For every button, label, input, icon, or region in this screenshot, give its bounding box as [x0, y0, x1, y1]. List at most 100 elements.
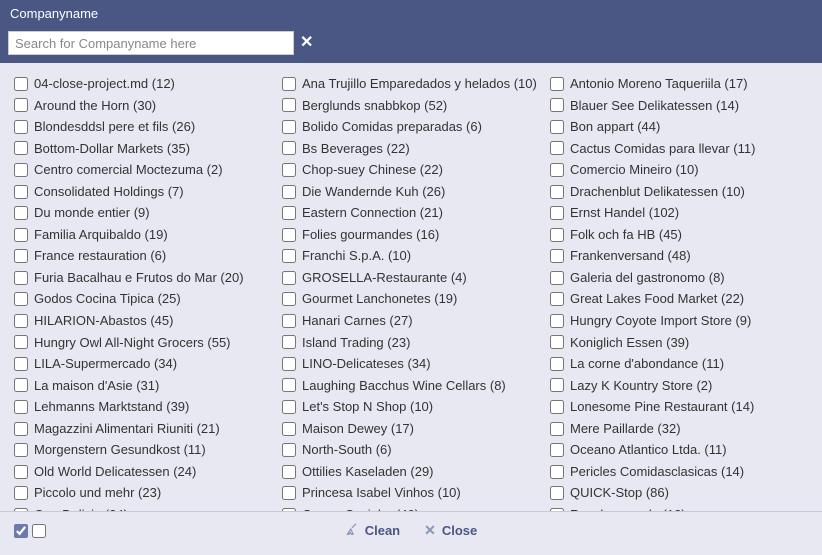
clean-button[interactable]: Clean	[345, 522, 400, 539]
filter-item[interactable]: Bolido Comidas preparadas (6)	[282, 116, 540, 138]
filter-checkbox[interactable]	[14, 249, 28, 263]
filter-item[interactable]: Folies gourmandes (16)	[282, 224, 540, 246]
filter-item[interactable]: La corne d'abondance (11)	[550, 353, 808, 375]
filter-checkbox[interactable]	[550, 335, 564, 349]
filter-item[interactable]: Let's Stop N Shop (10)	[282, 396, 540, 418]
filter-item[interactable]: Lazy K Kountry Store (2)	[550, 375, 808, 397]
filter-item[interactable]: Island Trading (23)	[282, 332, 540, 354]
filter-item[interactable]: Oceano Atlantico Ltda. (11)	[550, 439, 808, 461]
filter-checkbox[interactable]	[14, 335, 28, 349]
filter-checkbox[interactable]	[282, 357, 296, 371]
filter-item[interactable]: LINO-Delicateses (34)	[282, 353, 540, 375]
filter-checkbox[interactable]	[14, 486, 28, 500]
filter-item[interactable]: Mere Paillarde (32)	[550, 418, 808, 440]
filter-checkbox[interactable]	[550, 120, 564, 134]
filter-checkbox[interactable]	[550, 357, 564, 371]
filter-item[interactable]: Laughing Bacchus Wine Cellars (8)	[282, 375, 540, 397]
filter-item[interactable]: Koniglich Essen (39)	[550, 332, 808, 354]
filter-item[interactable]: Around the Horn (30)	[14, 95, 272, 117]
filter-checkbox[interactable]	[282, 335, 296, 349]
filter-item[interactable]: Bs Beverages (22)	[282, 138, 540, 160]
filter-checkbox[interactable]	[550, 314, 564, 328]
filter-item[interactable]: LILA-Supermercado (34)	[14, 353, 272, 375]
filter-item[interactable]: GROSELLA-Restaurante (4)	[282, 267, 540, 289]
filter-item[interactable]: La maison d'Asie (31)	[14, 375, 272, 397]
filter-item[interactable]: Magazzini Alimentari Riuniti (21)	[14, 418, 272, 440]
filter-item[interactable]: Hanari Carnes (27)	[282, 310, 540, 332]
filter-item[interactable]: Queen Cozinha (40)	[282, 504, 540, 511]
filter-item[interactable]: Pericles Comidasclasicas (14)	[550, 461, 808, 483]
filter-checkbox[interactable]	[550, 443, 564, 457]
filter-checkbox[interactable]	[14, 206, 28, 220]
filter-checkbox[interactable]	[550, 249, 564, 263]
filter-checkbox[interactable]	[282, 98, 296, 112]
clear-search-icon[interactable]: ✕	[300, 35, 313, 51]
filter-item[interactable]: Furia Bacalhau e Frutos do Mar (20)	[14, 267, 272, 289]
filter-checkbox[interactable]	[550, 163, 564, 177]
filter-item[interactable]: Comercio Mineiro (10)	[550, 159, 808, 181]
filter-item[interactable]: Berglunds snabbkop (52)	[282, 95, 540, 117]
select-none-checkbox[interactable]	[32, 524, 46, 538]
filter-checkbox[interactable]	[14, 378, 28, 392]
filter-item[interactable]: Bottom-Dollar Markets (35)	[14, 138, 272, 160]
filter-checkbox[interactable]	[550, 378, 564, 392]
filter-item[interactable]: Gourmet Lanchonetes (19)	[282, 288, 540, 310]
filter-checkbox[interactable]	[550, 98, 564, 112]
filter-item[interactable]: Ernst Handel (102)	[550, 202, 808, 224]
filter-item[interactable]: Franchi S.p.A. (10)	[282, 245, 540, 267]
filter-checkbox[interactable]	[550, 400, 564, 414]
filter-checkbox[interactable]	[14, 77, 28, 91]
filter-checkbox[interactable]	[282, 422, 296, 436]
filter-item[interactable]: Du monde entier (9)	[14, 202, 272, 224]
filter-checkbox[interactable]	[282, 292, 296, 306]
filter-item[interactable]: Antonio Moreno Taqueriila (17)	[550, 73, 808, 95]
filter-item[interactable]: Bon appart (44)	[550, 116, 808, 138]
filter-checkbox[interactable]	[282, 77, 296, 91]
filter-item[interactable]: Que Delicia (24)	[14, 504, 272, 511]
filter-item[interactable]: North-South (6)	[282, 439, 540, 461]
filter-checkbox[interactable]	[14, 163, 28, 177]
filter-item[interactable]: France restauration (6)	[14, 245, 272, 267]
filter-checkbox[interactable]	[14, 141, 28, 155]
filter-checkbox[interactable]	[282, 443, 296, 457]
filter-checkbox[interactable]	[14, 357, 28, 371]
filter-checkbox[interactable]	[282, 141, 296, 155]
filter-item[interactable]: Old World Delicatessen (24)	[14, 461, 272, 483]
filter-checkbox[interactable]	[550, 486, 564, 500]
filter-checkbox[interactable]	[14, 228, 28, 242]
filter-item[interactable]: Ottilies Kaseladen (29)	[282, 461, 540, 483]
filter-checkbox[interactable]	[282, 314, 296, 328]
filter-item[interactable]: Familia Arquibaldo (19)	[14, 224, 272, 246]
filter-item[interactable]: Consolidated Holdings (7)	[14, 181, 272, 203]
filter-item[interactable]: Folk och fa HB (45)	[550, 224, 808, 246]
filter-checkbox[interactable]	[550, 271, 564, 285]
filter-item[interactable]: Ana Trujillo Emparedados y helados (10)	[282, 73, 540, 95]
filter-checkbox[interactable]	[282, 120, 296, 134]
filter-checkbox[interactable]	[550, 141, 564, 155]
filter-item[interactable]: Chop-suey Chinese (22)	[282, 159, 540, 181]
filter-checkbox[interactable]	[14, 443, 28, 457]
filter-checkbox[interactable]	[550, 465, 564, 479]
filter-item[interactable]: Piccolo und mehr (23)	[14, 482, 272, 504]
select-all-checkbox[interactable]	[14, 524, 28, 538]
filter-item[interactable]: Rancho grande (12)	[550, 504, 808, 511]
filter-checkbox[interactable]	[282, 185, 296, 199]
filter-checkbox[interactable]	[14, 120, 28, 134]
filter-checkbox[interactable]	[14, 98, 28, 112]
search-input[interactable]	[8, 31, 294, 55]
filter-checkbox[interactable]	[282, 228, 296, 242]
filter-item[interactable]: QUICK-Stop (86)	[550, 482, 808, 504]
filter-checkbox[interactable]	[14, 400, 28, 414]
filter-item[interactable]: Eastern Connection (21)	[282, 202, 540, 224]
filter-item[interactable]: Drachenblut Delikatessen (10)	[550, 181, 808, 203]
filter-item[interactable]: Die Wandernde Kuh (26)	[282, 181, 540, 203]
filter-checkbox[interactable]	[550, 228, 564, 242]
filter-item[interactable]: Blauer See Delikatessen (14)	[550, 95, 808, 117]
filter-item[interactable]: Lehmanns Marktstand (39)	[14, 396, 272, 418]
filter-item[interactable]: Hungry Owl All-Night Grocers (55)	[14, 332, 272, 354]
filter-item[interactable]: Morgenstern Gesundkost (11)	[14, 439, 272, 461]
filter-checkbox[interactable]	[282, 486, 296, 500]
filter-item[interactable]: Maison Dewey (17)	[282, 418, 540, 440]
filter-checkbox[interactable]	[550, 77, 564, 91]
filter-checkbox[interactable]	[282, 206, 296, 220]
